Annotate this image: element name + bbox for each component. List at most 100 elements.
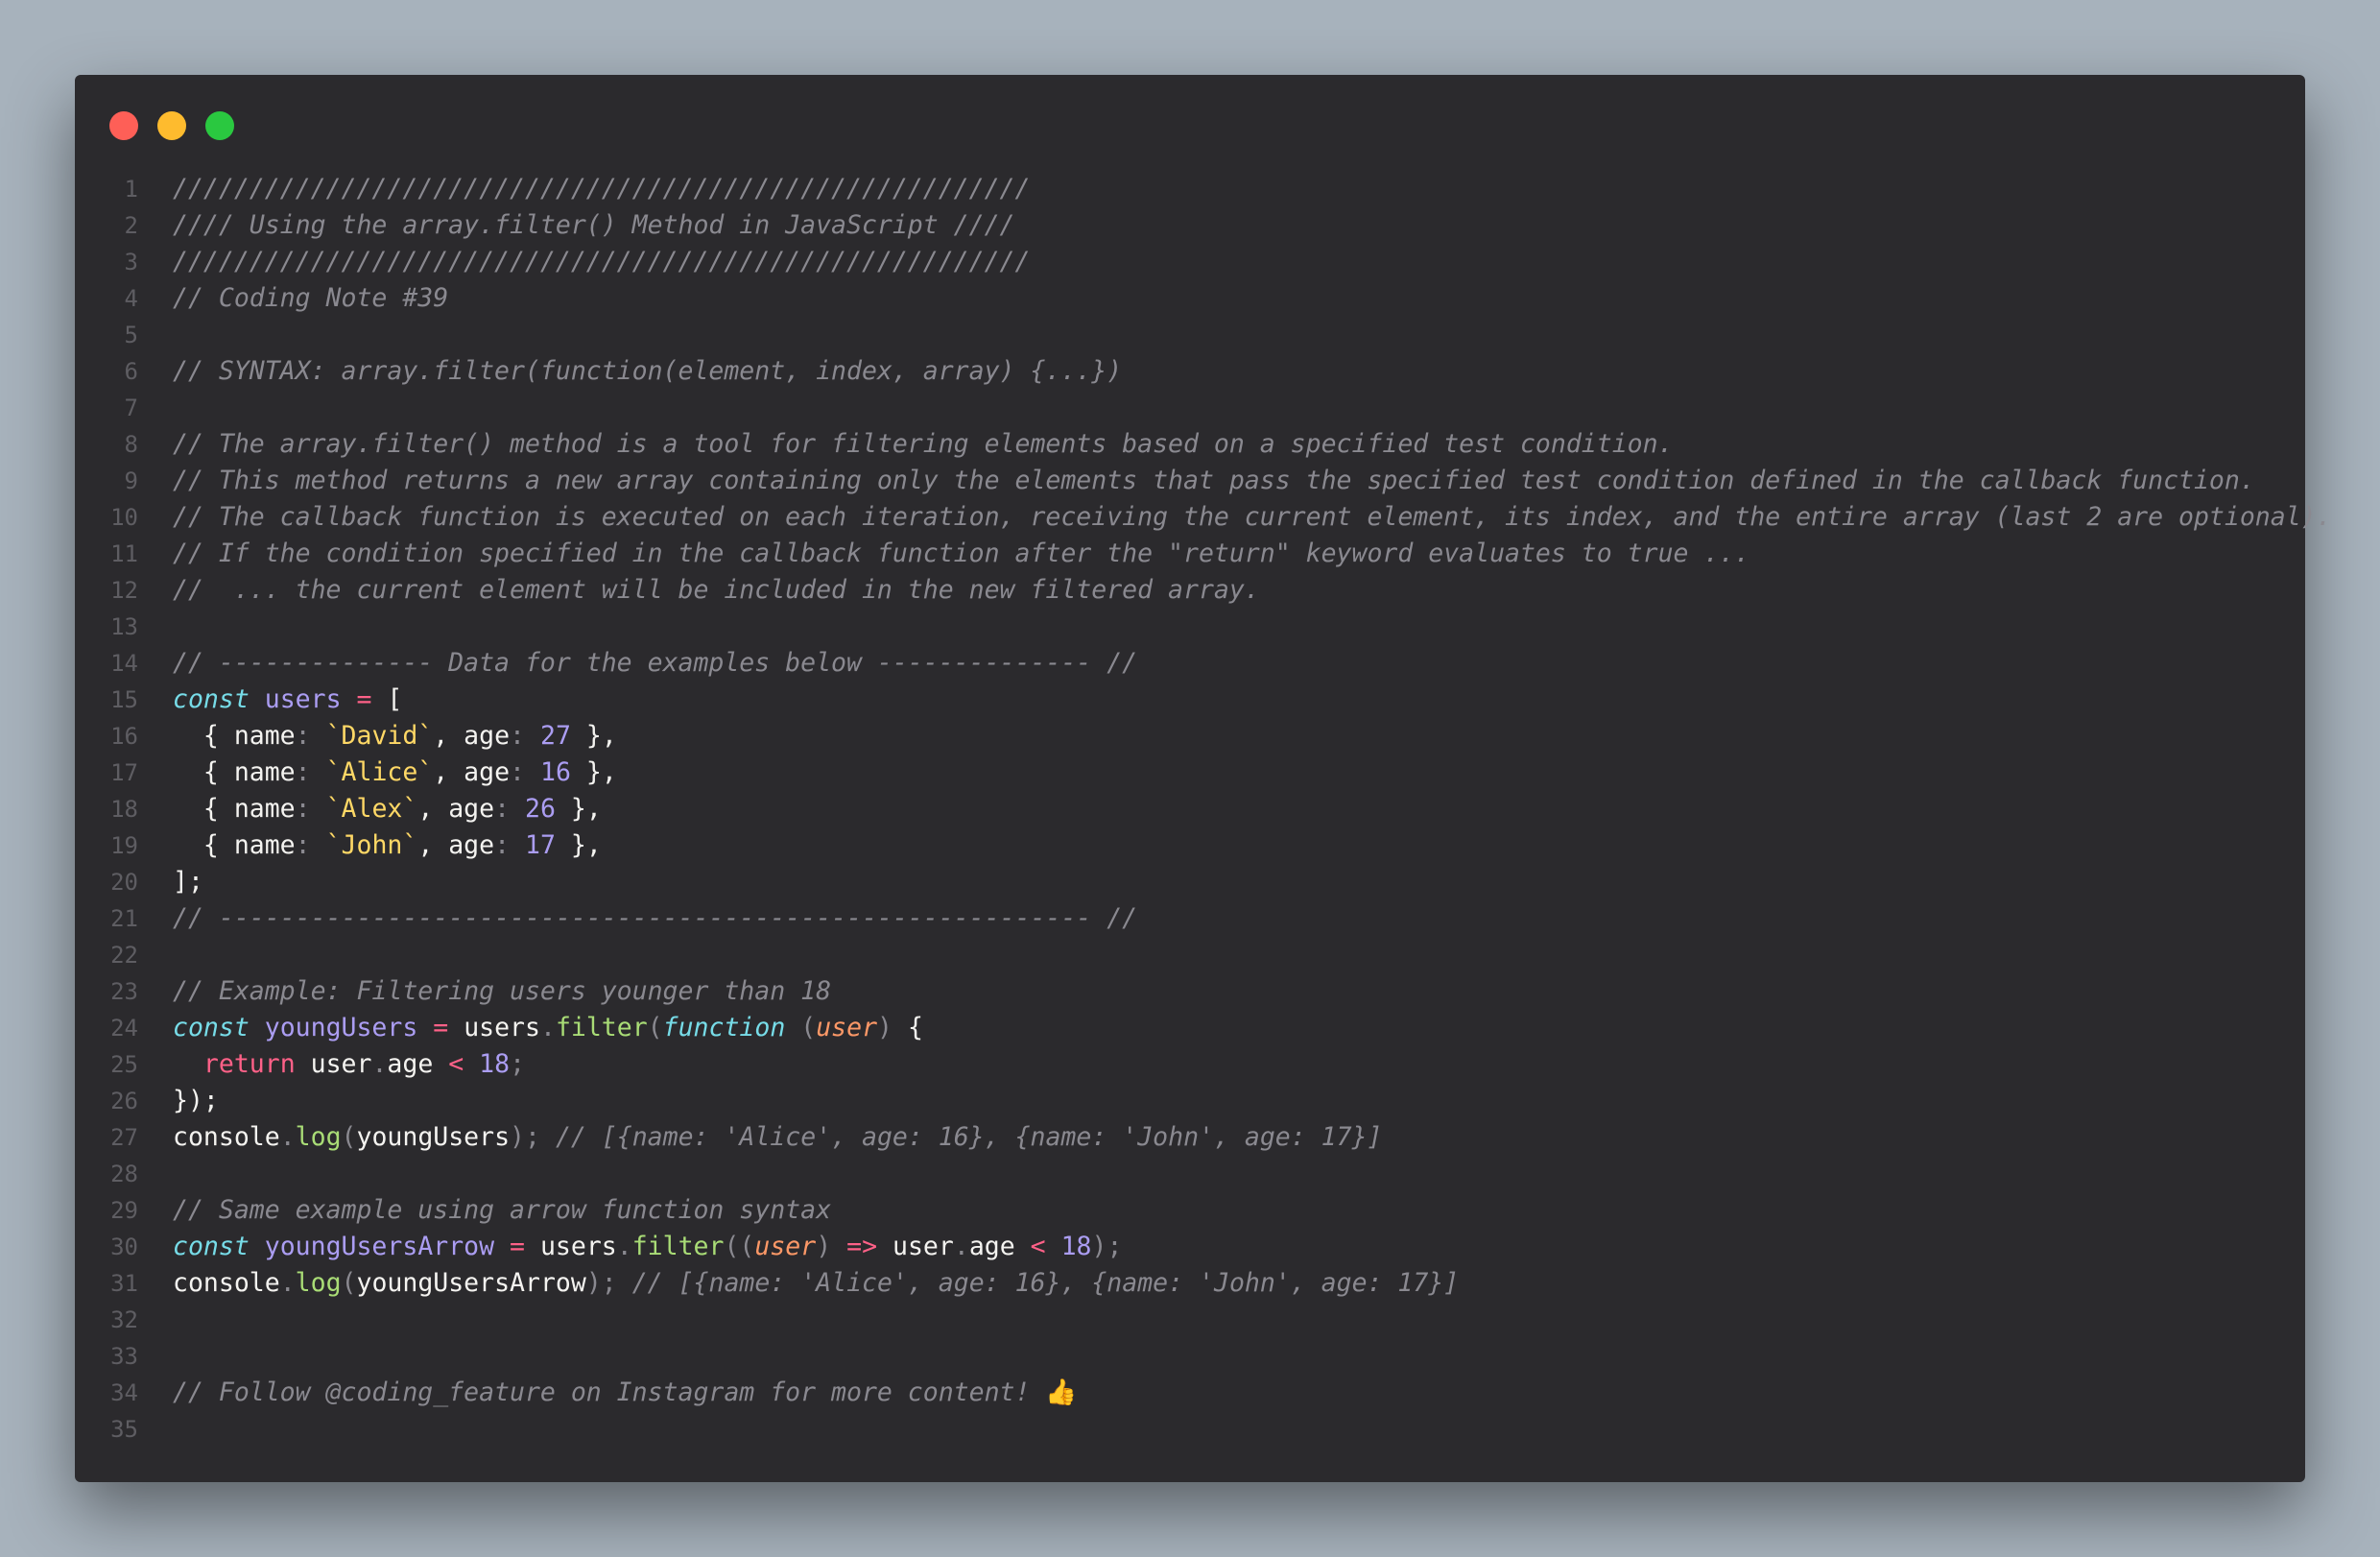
code-token: 18 xyxy=(1060,1232,1092,1261)
line-text: const youngUsersArrow = users.filter((us… xyxy=(173,1229,1122,1265)
code-token: , age xyxy=(417,794,495,824)
line-number: 32 xyxy=(110,1306,138,1333)
line-text: // This method returns a new array conta… xyxy=(173,463,2255,499)
line-number: 21 xyxy=(110,905,138,932)
code-token: ( xyxy=(341,1122,357,1152)
code-token: //// Using the array.filter() Method in … xyxy=(173,210,1015,240)
code-token: // [{name: 'Alice', age: 16}, {name: 'Jo… xyxy=(631,1268,1460,1298)
line-number: 5 xyxy=(124,322,138,348)
code-token: , age xyxy=(433,757,511,787)
line-text: }); xyxy=(173,1083,219,1119)
code-editor[interactable]: 1 ///////////////////////////////////////… xyxy=(75,171,2331,1448)
code-token: // Follow @coding_feature on Instagram f… xyxy=(173,1377,1046,1407)
line-number: 30 xyxy=(110,1234,138,1260)
line-text: // The array.filter() method is a tool f… xyxy=(173,426,1674,463)
line-number: 7 xyxy=(124,395,138,421)
code-token: 18 xyxy=(479,1049,511,1079)
code-line: 21 // -----------------------------------… xyxy=(75,900,2305,937)
code-line: 7 xyxy=(75,390,2305,426)
code-token: console xyxy=(173,1122,280,1152)
code-line: 32 xyxy=(75,1302,2305,1338)
code-token: // -------------- Data for the examples … xyxy=(173,648,1138,678)
code-token: ) xyxy=(816,1232,832,1261)
line-text: // -------------- Data for the examples … xyxy=(173,645,1137,682)
code-token: ); xyxy=(1091,1232,1123,1261)
code-token: : xyxy=(494,794,511,824)
code-token: . xyxy=(539,1013,556,1042)
code-token: console xyxy=(173,1268,280,1298)
line-number: 12 xyxy=(110,577,138,604)
code-line: 2 //// Using the array.filter() Method in… xyxy=(75,207,2305,244)
line-number: 24 xyxy=(110,1015,138,1042)
code-token: [ xyxy=(371,684,403,714)
code-token: . xyxy=(953,1232,969,1261)
line-text: ]; xyxy=(173,864,203,900)
code-line: 31 console.log(youngUsersArrow); // [{nam… xyxy=(75,1265,2305,1302)
code-token: ( xyxy=(341,1268,357,1298)
line-text: { name: `John`, age: 17 }, xyxy=(173,827,602,864)
code-line: 24 const youngUsers = users.filter(functi… xyxy=(75,1010,2305,1046)
code-token: // This method returns a new array conta… xyxy=(173,466,2255,495)
code-token: `Alex` xyxy=(325,794,418,824)
code-line: 3 ///////////////////////////////////////… xyxy=(75,244,2305,280)
code-token: // Coding Note #39 xyxy=(173,283,449,313)
code-token: : xyxy=(295,794,311,824)
code-token: < xyxy=(1030,1232,1046,1261)
line-number: 22 xyxy=(110,942,138,969)
line-text: // -------------------------------------… xyxy=(173,900,1137,937)
code-token: 16 xyxy=(539,757,571,787)
code-line: 23 // Example: Filtering users younger th… xyxy=(75,973,2305,1010)
close-button[interactable] xyxy=(109,111,138,140)
code-token: user xyxy=(754,1232,817,1261)
line-number: 19 xyxy=(110,832,138,859)
window-controls xyxy=(109,111,234,140)
line-number: 3 xyxy=(124,249,138,275)
code-token: const xyxy=(173,1232,250,1261)
code-token: // [{name: 'Alice', age: 16}, {name: 'Jo… xyxy=(555,1122,1383,1152)
line-number: 2 xyxy=(124,212,138,239)
code-token: { xyxy=(892,1013,923,1042)
code-token: { name xyxy=(173,794,296,824)
code-token: { name xyxy=(173,757,296,787)
code-token: ////////////////////////////////////////… xyxy=(173,174,1031,204)
code-token: ) xyxy=(877,1013,893,1042)
code-token: filter xyxy=(631,1232,725,1261)
code-line: 20]; xyxy=(75,864,2305,900)
line-number: 18 xyxy=(110,796,138,823)
minimize-button[interactable] xyxy=(157,111,186,140)
line-number: 15 xyxy=(110,686,138,713)
line-text: // Example: Filtering users younger than… xyxy=(173,973,831,1010)
line-number: 17 xyxy=(110,759,138,786)
maximize-button[interactable] xyxy=(205,111,234,140)
code-token: // The array.filter() method is a tool f… xyxy=(173,429,1674,459)
line-number: 27 xyxy=(110,1124,138,1151)
line-number: 13 xyxy=(110,613,138,640)
line-text: // Follow @coding_feature on Instagram f… xyxy=(173,1375,1077,1411)
line-number: 16 xyxy=(110,723,138,750)
code-token: }, xyxy=(570,757,617,787)
code-line: 27 console.log(youngUsers); // [{name: 'A… xyxy=(75,1119,2305,1156)
code-token: : xyxy=(494,830,511,860)
code-token: }, xyxy=(555,830,602,860)
code-line: 16 { name: `David`, age: 27 }, xyxy=(75,718,2305,755)
line-text: // Coding Note #39 xyxy=(173,280,448,317)
code-line: 6 // SYNTAX: array.filter(function(elemen… xyxy=(75,353,2305,390)
code-token: ////////////////////////////////////////… xyxy=(173,247,1031,276)
line-text: // If the condition specified in the cal… xyxy=(173,536,1749,572)
code-token: }, xyxy=(555,794,602,824)
line-number: 31 xyxy=(110,1270,138,1297)
line-number: 6 xyxy=(124,358,138,385)
code-token: youngUsers xyxy=(264,1013,418,1042)
code-token: 27 xyxy=(539,721,571,751)
